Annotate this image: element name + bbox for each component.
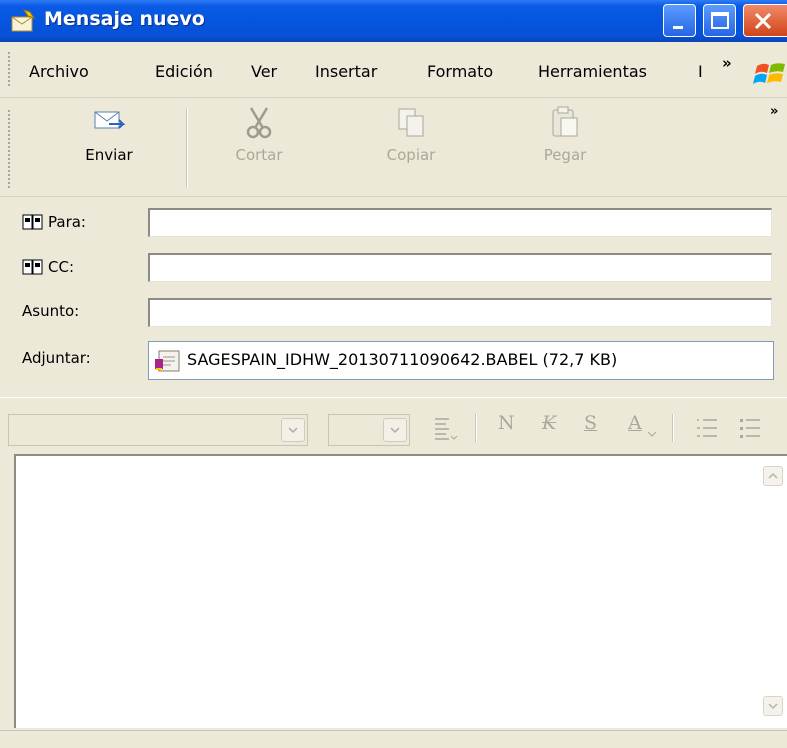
send-label: Enviar bbox=[85, 146, 133, 164]
format-separator bbox=[475, 414, 477, 442]
menu-ver[interactable]: Ver bbox=[251, 62, 277, 81]
scroll-down-button[interactable] bbox=[763, 696, 783, 716]
vertical-scrollbar[interactable] bbox=[757, 456, 787, 728]
attachment-file-icon bbox=[155, 350, 180, 372]
minimize-icon bbox=[673, 26, 683, 29]
close-icon bbox=[754, 12, 772, 30]
address-book-icon bbox=[22, 259, 43, 275]
cc-label-button[interactable]: CC: bbox=[22, 258, 74, 276]
minimize-button[interactable] bbox=[663, 4, 696, 37]
scroll-up-button[interactable] bbox=[763, 466, 783, 486]
font-size-dropdown[interactable] bbox=[328, 414, 410, 446]
windows-logo-icon bbox=[753, 63, 785, 84]
paste-label: Pegar bbox=[543, 146, 587, 164]
paragraph-style-icon[interactable] bbox=[432, 416, 458, 442]
toolbar-grip[interactable] bbox=[8, 110, 10, 188]
cut-label: Cortar bbox=[235, 146, 283, 164]
close-button[interactable] bbox=[743, 4, 787, 37]
to-label: Para: bbox=[48, 213, 86, 231]
attach-label: Adjuntar: bbox=[22, 349, 91, 367]
menu-overflow-chevron[interactable]: » bbox=[722, 54, 732, 72]
menu-archivo[interactable]: Archivo bbox=[29, 62, 89, 81]
title-bar[interactable]: Mensaje nuevo bbox=[0, 0, 787, 42]
subject-field[interactable] bbox=[148, 298, 772, 327]
toolbar-separator bbox=[186, 108, 188, 188]
cc-label: CC: bbox=[48, 258, 75, 276]
toolbar-overflow-chevron[interactable]: » bbox=[770, 104, 778, 119]
copy-icon bbox=[398, 108, 424, 137]
toolbar: Enviar Cortar Copiar Pegar » bbox=[0, 98, 787, 197]
address-book-icon bbox=[22, 214, 43, 230]
attachment-name[interactable]: SAGESPAIN_IDHW_20130711090642.BABEL (72,… bbox=[187, 350, 617, 369]
message-body[interactable] bbox=[14, 454, 787, 728]
maximize-icon bbox=[711, 12, 729, 29]
menu-herramientas[interactable]: Herramientas bbox=[538, 62, 647, 81]
font-name-dropdown[interactable] bbox=[8, 414, 308, 446]
to-label-button[interactable]: Para: bbox=[22, 213, 86, 231]
copy-button[interactable]: Copiar bbox=[356, 106, 466, 188]
format-bar: N K S A bbox=[0, 397, 787, 453]
bold-button[interactable]: N bbox=[498, 412, 515, 434]
menu-grip[interactable] bbox=[8, 52, 10, 88]
menu-insertar[interactable]: Insertar bbox=[315, 62, 377, 81]
italic-button[interactable]: K bbox=[542, 412, 556, 434]
chevron-down-icon[interactable] bbox=[383, 418, 407, 442]
menu-truncated[interactable]: I bbox=[698, 62, 703, 81]
menu-bar: Archivo Edición Ver Insertar Formato Her… bbox=[0, 42, 787, 98]
menu-formato[interactable]: Formato bbox=[427, 62, 493, 81]
bulleted-list-icon[interactable] bbox=[738, 416, 764, 442]
subject-label: Asunto: bbox=[22, 302, 80, 320]
cc-field[interactable] bbox=[148, 253, 772, 282]
maximize-button[interactable] bbox=[703, 4, 736, 37]
scissors-icon bbox=[246, 107, 272, 139]
format-separator bbox=[672, 414, 674, 442]
to-field[interactable] bbox=[148, 208, 772, 237]
chevron-down-icon[interactable] bbox=[281, 418, 305, 442]
send-button[interactable]: Enviar bbox=[54, 106, 164, 188]
font-color-button[interactable]: A bbox=[628, 412, 642, 434]
menu-edicion[interactable]: Edición bbox=[155, 62, 213, 81]
paste-icon bbox=[552, 106, 578, 137]
copy-label: Copiar bbox=[386, 146, 436, 164]
new-message-icon bbox=[11, 9, 36, 32]
status-bar bbox=[0, 730, 787, 748]
attachment-field[interactable]: SAGESPAIN_IDHW_20130711090642.BABEL (72,… bbox=[148, 341, 774, 380]
cut-button[interactable]: Cortar bbox=[204, 106, 314, 188]
underline-button[interactable]: S bbox=[584, 412, 597, 434]
window-title: Mensaje nuevo bbox=[44, 8, 205, 30]
font-color-chevron-icon[interactable] bbox=[648, 432, 656, 438]
paste-button[interactable]: Pegar bbox=[510, 106, 620, 188]
send-icon bbox=[94, 111, 126, 129]
numbered-list-icon[interactable] bbox=[695, 416, 721, 442]
